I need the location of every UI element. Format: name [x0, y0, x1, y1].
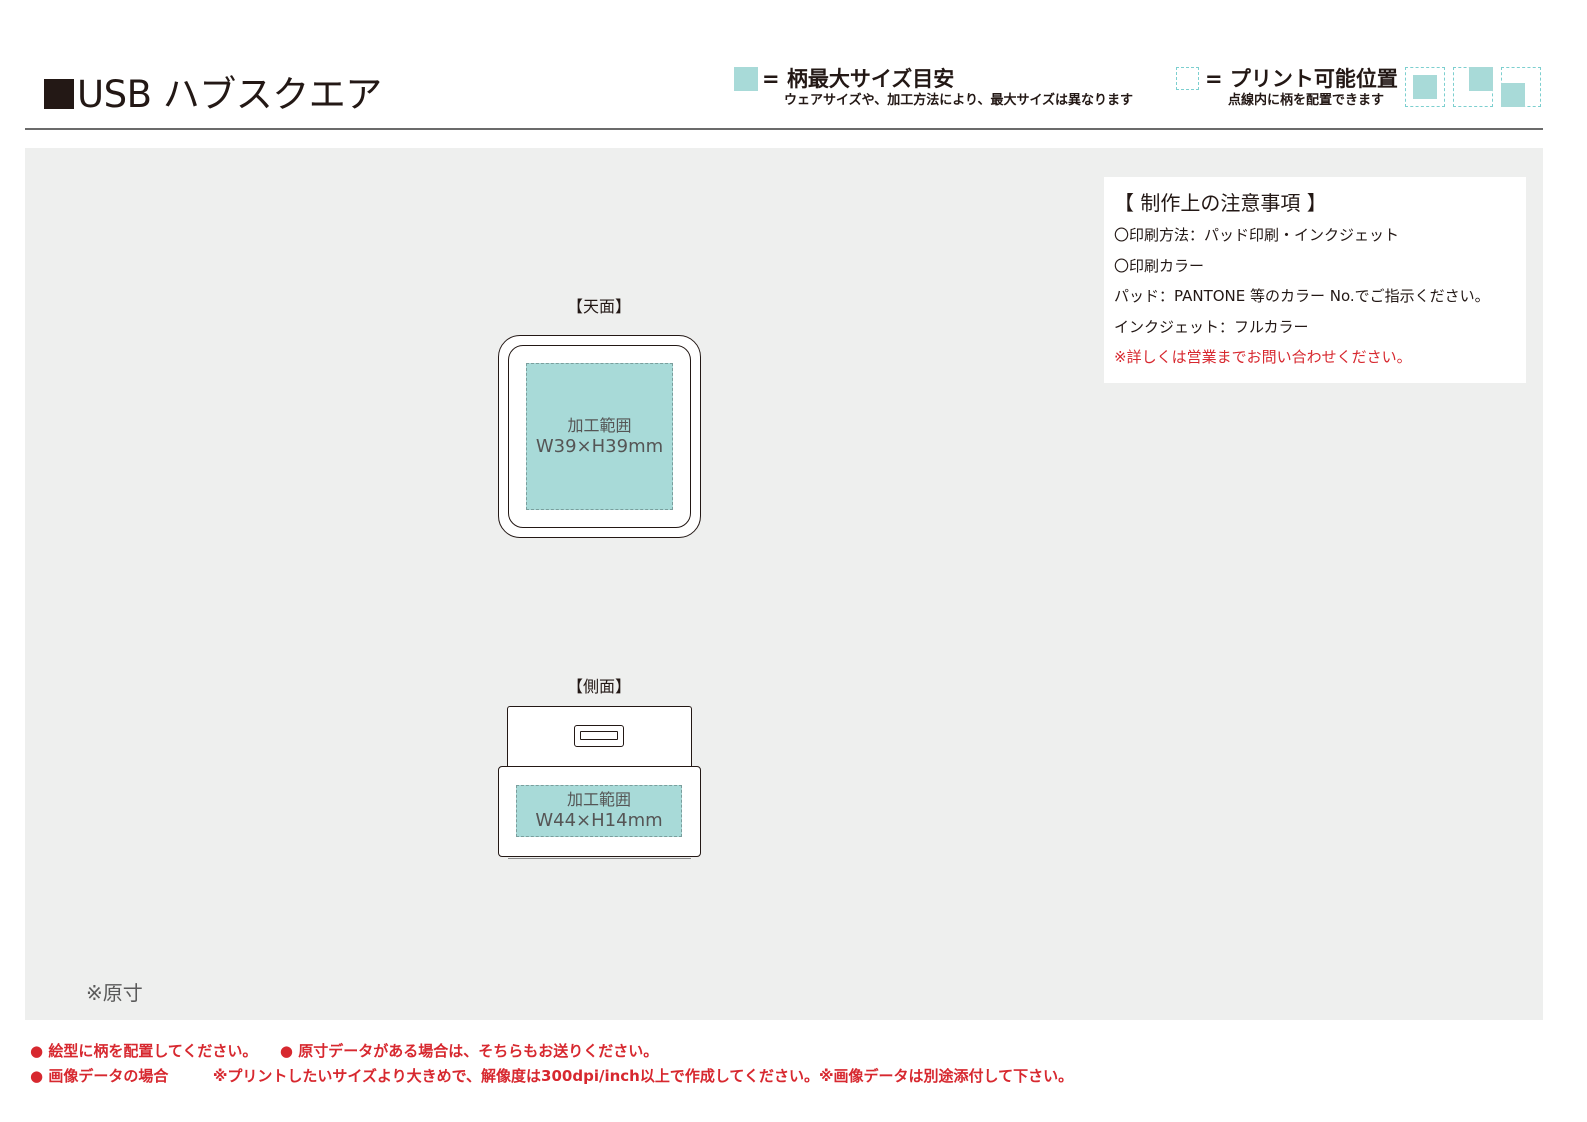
footer-line-2: ● 画像データの場合 ※プリントしたいサイズより大きめで、解像度は300dpi/…: [30, 1066, 1073, 1086]
top-print-area: 加工範囲 W39×H39mm: [526, 363, 673, 510]
notes-warning: ※詳しくは営業までお問い合わせください。: [1114, 348, 1412, 366]
side-print-area: 加工範囲 W44×H14mm: [516, 785, 682, 837]
side-view-label: 【側面】: [566, 677, 632, 696]
max-size-swatch-icon: [734, 67, 758, 91]
legend-max-size-note: ウェアサイズや、加工方法により、最大サイズは異なります: [784, 93, 1134, 108]
legend-max-size-label: = 柄最大サイズ目安: [762, 67, 955, 91]
notes-line: 〇印刷カラー: [1114, 256, 1205, 275]
usb-slot-icon: [580, 731, 618, 740]
notes-line: 〇印刷方法：パッド印刷・インクジェット: [1114, 226, 1400, 244]
footer-instruction: 絵型に柄を配置してください。: [48, 1042, 258, 1060]
page-title: USB ハブスクエア: [44, 70, 382, 120]
legend-print-area-label: = プリント可能位置: [1205, 67, 1398, 91]
production-notes-panel: 【 制作上の注意事項 】 〇印刷方法：パッド印刷・インクジェット 〇印刷カラー …: [1104, 177, 1526, 383]
notes-line: パッド：PANTONE 等のカラー No.でご指示ください。: [1114, 287, 1490, 305]
footer-instruction: 原寸データがある場合は、そちらもお送りください。: [298, 1042, 659, 1060]
footer-instruction: 画像データの場合: [48, 1067, 169, 1085]
position-example-top-right-icon: [1453, 67, 1493, 107]
position-example-bottom-right-icon: [1501, 67, 1541, 107]
top-print-area-label: 加工範囲: [567, 415, 632, 435]
footer-line-1: ● 絵型に柄を配置してください。 ● 原寸データがある場合は、そちらもお送りくだ…: [30, 1041, 658, 1061]
footer-instruction: ※プリントしたいサイズより大きめで、解像度は300dpi/inch以上で作成して…: [212, 1067, 1074, 1085]
notes-title: 【 制作上の注意事項 】: [1114, 191, 1327, 215]
notes-line: インクジェット：フルカラー: [1114, 317, 1309, 336]
bullet-icon: ●: [30, 1067, 44, 1085]
title-square-icon: [44, 79, 74, 109]
actual-size-note: ※原寸: [86, 981, 143, 1005]
header-divider: [25, 128, 1543, 130]
legend-print-area-note: 点線内に柄を配置できます: [1228, 93, 1385, 108]
side-print-area-label: 加工範囲: [566, 790, 631, 809]
page-title-text: USB ハブスクエア: [77, 73, 382, 116]
top-print-area-size: W39×H39mm: [535, 435, 664, 457]
side-view-base: [508, 855, 691, 859]
bullet-icon: ●: [279, 1042, 293, 1060]
bullet-icon: ●: [30, 1042, 44, 1060]
top-view-label: 【天面】: [566, 297, 632, 316]
position-example-center-icon: [1405, 67, 1445, 107]
side-print-area-size: W44×H14mm: [535, 810, 663, 831]
print-area-swatch-icon: [1176, 67, 1199, 90]
